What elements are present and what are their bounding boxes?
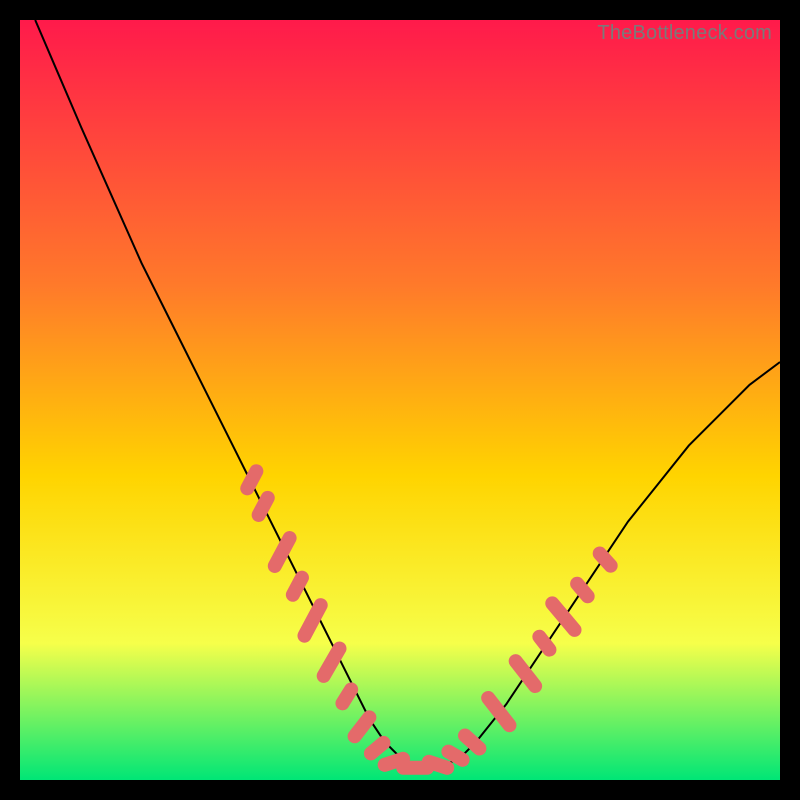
chart-svg (20, 20, 780, 780)
gradient-background (20, 20, 780, 780)
chart-frame: TheBottleneck.com (20, 20, 780, 780)
watermark-text: TheBottleneck.com (597, 22, 772, 45)
